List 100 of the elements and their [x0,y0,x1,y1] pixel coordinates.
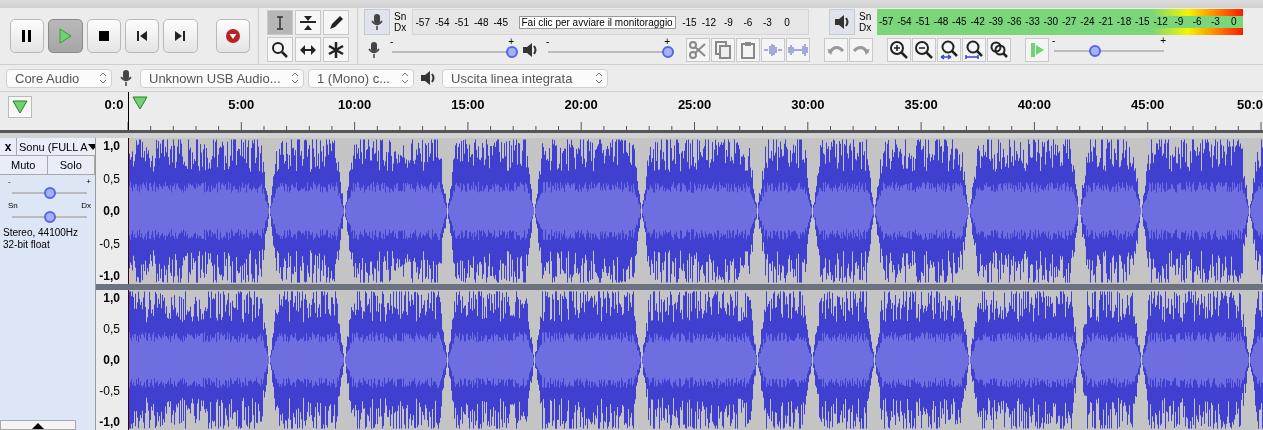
meter-tick-label: -18 [1115,16,1133,28]
record-button[interactable] [215,19,250,53]
updown-chevron-icon [401,72,409,84]
meter-tick-label: -48 [932,16,950,28]
amplitude-label: -0,5 [99,385,121,397]
meter-tick-label: -27 [1060,16,1078,28]
channel-label: Dx [859,22,873,33]
meter-tick-label: -51 [453,16,470,28]
fit-selection-button[interactable] [937,38,961,62]
timeline-label: 30:00 [791,97,825,112]
dropdown-arrow-icon [87,142,95,151]
skip-to-end-button[interactable] [163,19,198,53]
amplitude-label: 1,0 [103,140,121,152]
cut-button[interactable] [686,38,710,62]
pause-button[interactable] [10,19,45,53]
cursor-icon[interactable] [267,10,293,35]
meter-tick-label: -6 [742,16,754,28]
timeline-label: 5:00 [228,97,255,112]
skip-to-start-button[interactable] [125,19,160,53]
mute-button[interactable]: Muto [0,156,48,174]
asterisk-icon[interactable] [323,37,349,62]
zoom-width-icon [964,40,984,60]
timeline-label: 50:0 [1236,97,1263,112]
timeline-label: 15:00 [451,97,485,112]
meter-tick-label: -57 [414,16,431,28]
timeline-label: 20:00 [564,97,598,112]
playhead-icon[interactable] [132,96,148,110]
cursor-line [128,92,129,130]
scissors-icon [688,40,708,60]
track-info: 32-bit float [3,239,51,251]
timeline-label: 40:00 [1017,97,1051,112]
meter-tick-label: -36 [1006,16,1023,28]
meter-tick-label: -45 [951,16,968,28]
recording-meter[interactable]: -57 -54 -51 -48 -45 Fai clic per avviare il monitoraggio -15 -12 -9 -6 -3 0 [412,9,809,35]
volume-slider[interactable]: - + [1050,38,1168,60]
pencil-icon[interactable] [323,10,349,35]
gain-slider[interactable]: - + [8,177,91,199]
zoom-in-icon [889,40,909,60]
timeline-label: 45:00 [1131,97,1165,112]
updown-chevron-icon [291,72,299,84]
meter-tick-label: -21 [1097,16,1114,28]
meter-tick-label: 0 [1230,16,1238,28]
timeline-label: 35:00 [904,97,938,112]
copy-button[interactable] [711,38,735,62]
up-triangle-icon [32,423,44,429]
copy-icon [713,40,733,60]
track-name-menu[interactable]: Sonu (FULL A [17,138,95,155]
zoom-out-button[interactable] [912,38,936,62]
channel-label: Sn [394,11,408,22]
meter-tick-label: -6 [1191,16,1203,28]
meter-tick-label: -45 [492,16,509,28]
timeline-label: 10:00 [337,97,372,112]
amplitude-label: 0,0 [103,205,121,217]
amplitude-label: -1,0 [99,416,121,428]
amplitude-label: -0,5 [99,237,121,250]
pan-slider[interactable]: Sn Dx [8,201,91,223]
stop-button[interactable] [86,19,121,53]
meter-tick-label: -51 [914,16,931,28]
close-track-button[interactable]: x [0,138,17,155]
paste-button[interactable] [736,38,760,62]
meter-tick-label: -15 [681,16,698,28]
meter-tick-label: -33 [1024,16,1041,28]
meter-tick-label: -12 [700,16,718,28]
fit-project-button[interactable] [962,38,986,62]
timeline-label: 25:00 [677,97,712,112]
meter-tick-label: -39 [987,16,1005,28]
volume-slider[interactable]: - + [544,39,672,61]
meter-tick-label: 0 [783,16,791,28]
microphone-icon[interactable] [364,9,390,35]
zoom-icon[interactable] [267,37,293,62]
audio-host-dropdown[interactable]: Core Audio [6,68,112,88]
zoom-fit-icon [939,40,959,60]
zoom-in-button[interactable] [887,38,911,62]
meter-tick-label: -48 [473,16,490,28]
speaker-icon[interactable] [829,9,855,35]
meter-tick-label: -24 [1079,16,1096,28]
meter-tick-label: -15 [1134,16,1151,28]
meter-tick-label: -54 [896,16,913,28]
meter-tick-label: -57 [877,16,895,28]
solo-button[interactable]: Solo [47,156,95,174]
meter-tick-label: -3 [761,16,773,28]
playhead-button[interactable] [8,96,32,118]
channels-dropdown[interactable]: 1 (Mono) c... [308,68,414,88]
input-device-dropdown[interactable]: Unknown USB Audio... [140,68,304,88]
meter-tick-label: -3 [1210,16,1221,28]
channel-label: Sn [859,11,873,22]
zoom-toggle-button[interactable] [987,38,1011,62]
amplitude-label: 0,0 [103,354,121,366]
meter-tick-label: -9 [722,16,734,28]
playback-meter[interactable]: -57 -54 -51 -48 -45 -42 -39 -36 -33 -30 -27 -24 -21 -18 -15 -12 -9 -6 -3 0 [877,9,1243,35]
collapse-button[interactable] [0,420,76,430]
timeline-label: 0:0 [104,97,124,112]
meter-tick-label: -30 [1042,16,1060,28]
triangle-icon [12,100,28,114]
amplitude-label: 1,0 [103,292,121,304]
volume-slider[interactable]: - + [388,39,516,61]
envelope-icon[interactable] [295,10,321,35]
meter-tick-label: -54 [434,16,451,28]
output-device-dropdown[interactable]: Uscita linea integrata [442,68,608,88]
meter-tick-label: -12 [1152,16,1169,28]
